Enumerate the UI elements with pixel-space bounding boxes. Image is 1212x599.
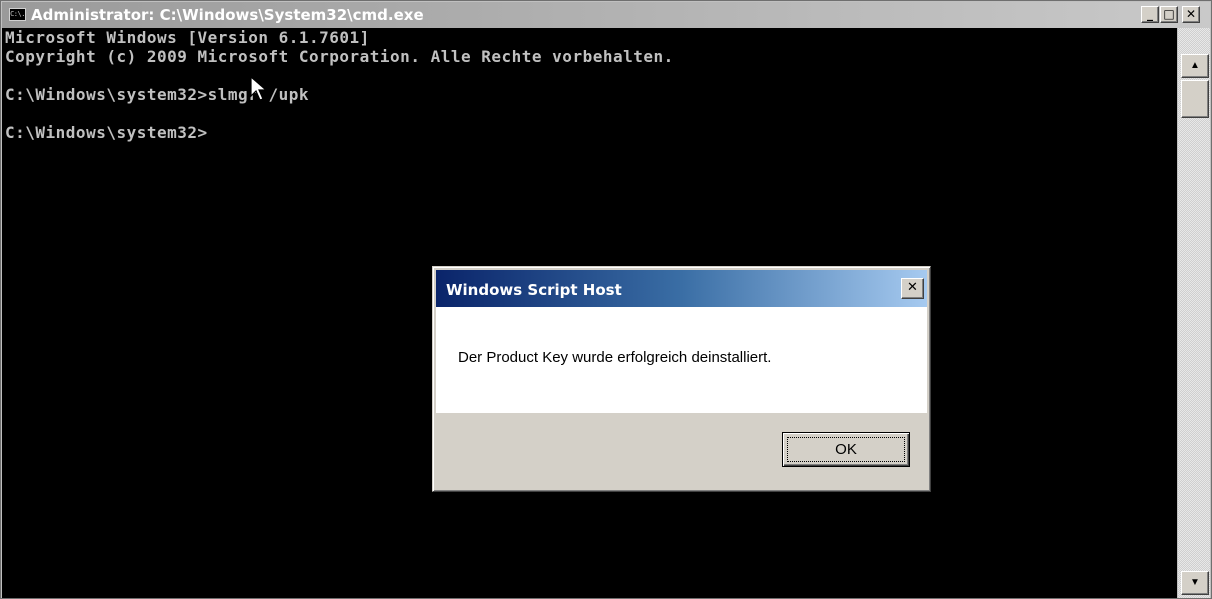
arrow-pointer-icon	[250, 76, 268, 101]
ok-button[interactable]: OK	[782, 432, 910, 467]
close-icon: ✕	[907, 280, 918, 295]
maximize-icon: □	[1163, 7, 1175, 21]
arrow-up-icon: ▲	[1190, 60, 1200, 71]
maximize-button[interactable]: □	[1160, 6, 1178, 23]
cmd-icon[interactable]: C:\.	[9, 8, 26, 21]
console-line: Microsoft Windows [Version 6.1.7601]	[5, 28, 370, 47]
ok-button-label: OK	[787, 437, 905, 462]
close-button[interactable]: ✕	[1182, 6, 1200, 23]
console-line: Copyright (c) 2009 Microsoft Corporation…	[5, 47, 674, 66]
close-icon: ✕	[1185, 7, 1197, 21]
dialog-title: Windows Script Host	[446, 281, 622, 299]
scroll-up-button[interactable]: ▲	[1181, 54, 1209, 78]
minimize-button[interactable]: _	[1141, 6, 1159, 23]
scrollbar-thumb[interactable]	[1181, 80, 1209, 118]
dialog-message: Der Product Key wurde erfolgreich deinst…	[458, 349, 772, 366]
scroll-down-button[interactable]: ▼	[1181, 571, 1209, 595]
minimize-icon: _	[1147, 7, 1153, 21]
dialog-content: Der Product Key wurde erfolgreich deinst…	[436, 307, 927, 413]
dialog-close-button[interactable]: ✕	[901, 278, 924, 299]
message-dialog: Windows Script Host ✕ Der Product Key wu…	[432, 266, 931, 492]
window-title: Administrator: C:\Windows\System32\cmd.e…	[31, 6, 424, 24]
dialog-title-bar[interactable]: Windows Script Host ✕	[436, 270, 927, 307]
console-prompt: C:\Windows\system32>	[5, 123, 208, 142]
vertical-scrollbar[interactable]: ▲ ▼	[1178, 28, 1210, 598]
arrow-down-icon: ▼	[1190, 577, 1200, 588]
title-bar[interactable]: C:\. Administrator: C:\Windows\System32\…	[2, 2, 1210, 28]
